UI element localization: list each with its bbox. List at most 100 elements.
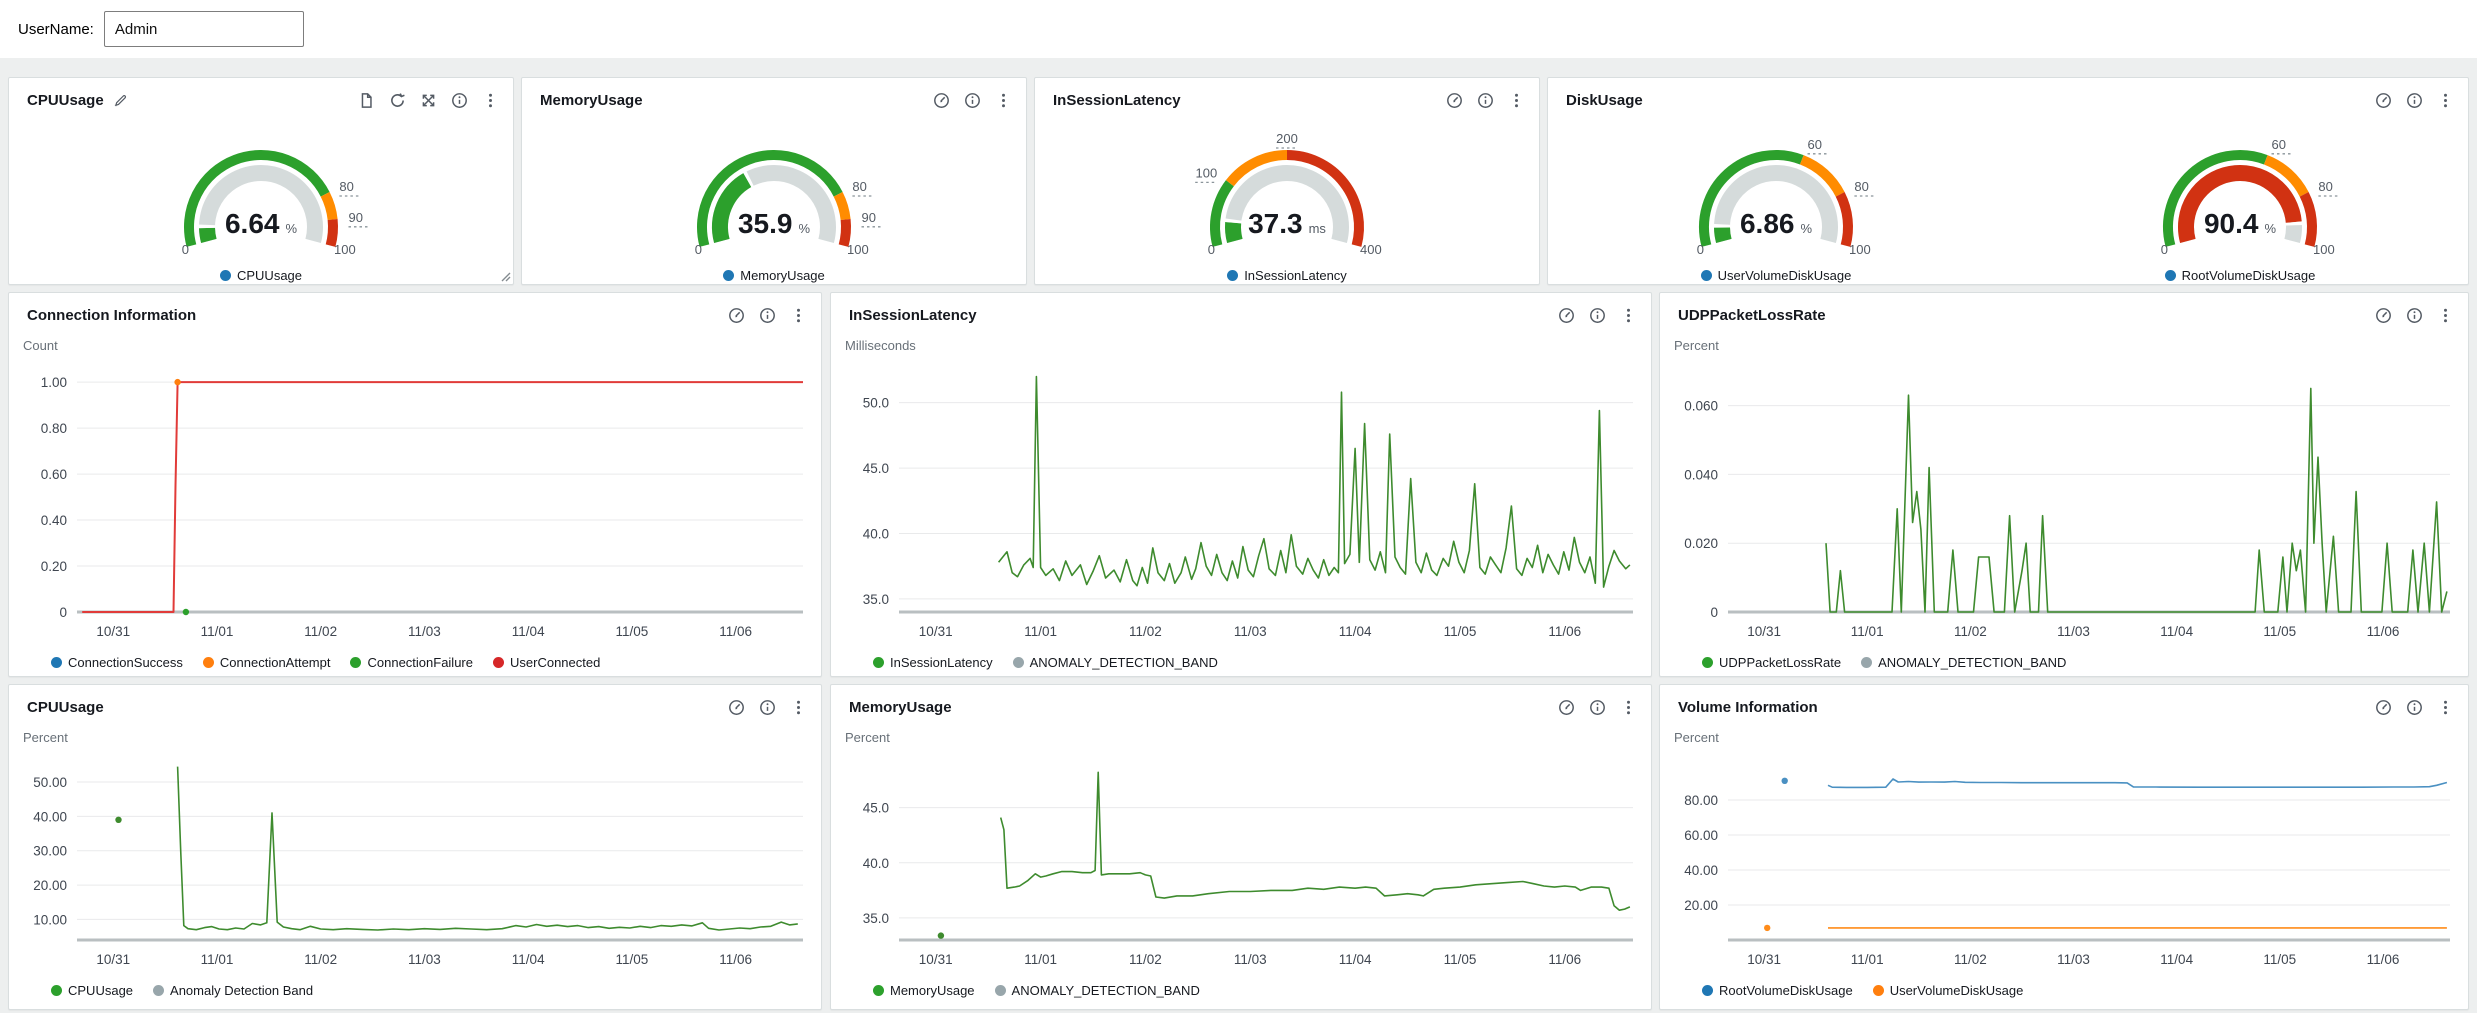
- legend-item[interactable]: ConnectionFailure: [350, 655, 473, 670]
- menu-icon[interactable]: [995, 92, 1012, 109]
- widget-chart-memoryusage: MemoryUsage 35.040.045.010/3111/0111/021…: [830, 684, 1652, 1010]
- chart-memoryusage[interactable]: 35.040.045.010/3111/0111/0211/0311/0411/…: [831, 722, 1651, 998]
- legend-item[interactable]: ConnectionSuccess: [51, 655, 183, 670]
- legend-item[interactable]: UserVolumeDiskUsage: [1873, 983, 2024, 998]
- svg-text:30.00: 30.00: [33, 844, 67, 859]
- svg-text:35.9%: 35.9%: [738, 208, 811, 239]
- svg-text:11/02: 11/02: [304, 624, 337, 639]
- svg-text:11/02: 11/02: [1954, 624, 1987, 639]
- widget-title: CPUUsage: [27, 699, 104, 716]
- widget-header: Volume Information: [1660, 685, 2468, 720]
- chart-udppacketlossrate[interactable]: 00.0200.0400.06010/3111/0111/0211/0311/0…: [1660, 330, 2468, 670]
- svg-text:11/02: 11/02: [1954, 952, 1987, 967]
- legend-label: RootVolumeDiskUsage: [1719, 983, 1853, 998]
- legend-dot: [2165, 270, 2176, 281]
- legend-item[interactable]: InSessionLatency: [873, 655, 993, 670]
- info-icon[interactable]: [2406, 307, 2423, 324]
- legend-dot: [493, 657, 504, 668]
- info-icon[interactable]: [451, 92, 468, 109]
- menu-icon[interactable]: [790, 699, 807, 716]
- svg-text:20.00: 20.00: [33, 878, 67, 893]
- menu-icon[interactable]: [2437, 307, 2454, 324]
- compass-icon[interactable]: [1558, 307, 1575, 324]
- legend-item[interactable]: RootVolumeDiskUsage: [1702, 983, 1853, 998]
- svg-text:400: 400: [1360, 242, 1382, 257]
- expand-icon[interactable]: [420, 92, 437, 109]
- widget-chart-volume-information: Volume Information 20.0040.0060.0080.001…: [1659, 684, 2469, 1010]
- svg-text:0.20: 0.20: [41, 559, 67, 574]
- info-icon[interactable]: [1477, 92, 1494, 109]
- widget-header: DiskUsage: [1548, 78, 2468, 113]
- legend-item[interactable]: ANOMALY_DETECTION_BAND: [1861, 655, 2066, 670]
- svg-text:45.0: 45.0: [863, 461, 889, 476]
- refresh-icon[interactable]: [389, 92, 406, 109]
- svg-text:50.0: 50.0: [863, 396, 889, 411]
- legend-label: ANOMALY_DETECTION_BAND: [1012, 983, 1200, 998]
- svg-text:6.64%: 6.64%: [225, 208, 298, 239]
- menu-icon[interactable]: [1620, 307, 1637, 324]
- legend-item[interactable]: ANOMALY_DETECTION_BAND: [995, 983, 1200, 998]
- widget-header: CPUUsage: [9, 78, 513, 113]
- compass-icon[interactable]: [2375, 307, 2392, 324]
- chart-legend: ConnectionSuccess ConnectionAttempt Connec…: [9, 655, 821, 670]
- svg-text:11/02: 11/02: [304, 952, 337, 967]
- compass-icon[interactable]: [933, 92, 950, 109]
- widget-header: UDPPacketLossRate: [1660, 293, 2468, 328]
- chart-connection-information[interactable]: 00.200.400.600.801.0010/3111/0111/0211/0…: [9, 330, 821, 670]
- info-icon[interactable]: [1589, 699, 1606, 716]
- menu-icon[interactable]: [2437, 92, 2454, 109]
- gauge-legend-item[interactable]: MemoryUsage: [654, 268, 894, 283]
- compass-icon[interactable]: [728, 699, 745, 716]
- gauge-legend-item[interactable]: RootVolumeDiskUsage: [2120, 268, 2360, 283]
- edit-icon[interactable]: [113, 93, 128, 108]
- widget-title: InSessionLatency: [1053, 92, 1181, 109]
- widget-title: MemoryUsage: [540, 92, 643, 109]
- info-icon[interactable]: [2406, 699, 2423, 716]
- gauge-rootvolumediskusage: 0100608090.4%RootVolumeDiskUsage: [2120, 121, 2360, 283]
- info-icon[interactable]: [759, 307, 776, 324]
- svg-text:11/06: 11/06: [2367, 624, 2400, 639]
- legend-item[interactable]: UserConnected: [493, 655, 600, 670]
- legend-item[interactable]: ANOMALY_DETECTION_BAND: [1013, 655, 1218, 670]
- legend-item[interactable]: MemoryUsage: [873, 983, 975, 998]
- compass-icon[interactable]: [2375, 699, 2392, 716]
- chart-insessionlatency[interactable]: 35.040.045.050.010/3111/0111/0211/0311/0…: [831, 330, 1651, 670]
- svg-text:11/02: 11/02: [1129, 952, 1162, 967]
- legend-dot: [1701, 270, 1712, 281]
- compass-icon[interactable]: [1446, 92, 1463, 109]
- legend-label: UDPPacketLossRate: [1719, 655, 1841, 670]
- menu-icon[interactable]: [790, 307, 807, 324]
- legend-item[interactable]: Anomaly Detection Band: [153, 983, 313, 998]
- svg-text:0.020: 0.020: [1684, 536, 1718, 551]
- gauge-legend-item[interactable]: InSessionLatency: [1167, 268, 1407, 283]
- legend-item[interactable]: UDPPacketLossRate: [1702, 655, 1841, 670]
- username-input[interactable]: [104, 11, 304, 47]
- legend-dot: [1227, 270, 1238, 281]
- menu-icon[interactable]: [1620, 699, 1637, 716]
- widget-chart-cpuusage: CPUUsage 10.0020.0030.0040.0050.0010/311…: [8, 684, 822, 1010]
- gauge-legend-item[interactable]: UserVolumeDiskUsage: [1656, 268, 1896, 283]
- menu-icon[interactable]: [2437, 699, 2454, 716]
- resize-handle[interactable]: [499, 270, 511, 282]
- legend-item[interactable]: CPUUsage: [51, 983, 133, 998]
- compass-icon[interactable]: [2375, 92, 2392, 109]
- chart-volume-information[interactable]: 20.0040.0060.0080.0010/3111/0111/0211/03…: [1660, 722, 2468, 998]
- info-icon[interactable]: [2406, 92, 2423, 109]
- copy-icon[interactable]: [358, 92, 375, 109]
- info-icon[interactable]: [759, 699, 776, 716]
- svg-text:11/05: 11/05: [2263, 952, 2296, 967]
- legend-item[interactable]: ConnectionAttempt: [203, 655, 331, 670]
- svg-text:11/04: 11/04: [512, 952, 545, 967]
- svg-text:37.3ms: 37.3ms: [1248, 208, 1326, 239]
- widget-chart-connection-information: Connection Information 00.200.400.600.80…: [8, 292, 822, 677]
- chart-cpuusage[interactable]: 10.0020.0030.0040.0050.0010/3111/0111/02…: [9, 722, 821, 998]
- compass-icon[interactable]: [1558, 699, 1575, 716]
- gauge-legend-item[interactable]: CPUUsage: [141, 268, 381, 283]
- info-icon[interactable]: [964, 92, 981, 109]
- menu-icon[interactable]: [482, 92, 499, 109]
- info-icon[interactable]: [1589, 307, 1606, 324]
- menu-icon[interactable]: [1508, 92, 1525, 109]
- compass-icon[interactable]: [728, 307, 745, 324]
- svg-text:80: 80: [1854, 179, 1868, 194]
- gauge-svg: 0100809035.9%: [654, 121, 894, 263]
